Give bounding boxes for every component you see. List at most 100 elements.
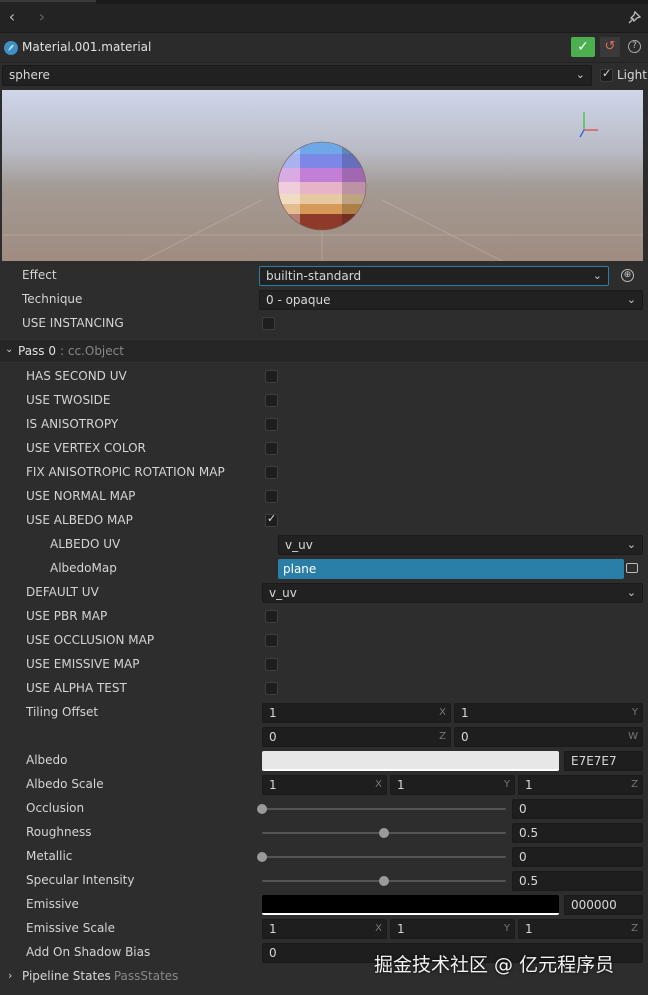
albedo-row: Albedo E7E7E7 xyxy=(0,749,648,773)
light-checkbox[interactable] xyxy=(600,67,613,82)
define2-2-row: USE EMISSIVE MAP xyxy=(0,653,648,677)
albedo-map-field[interactable]: plane xyxy=(278,559,624,579)
chevron-right-icon: › xyxy=(8,969,13,982)
technique-select[interactable]: 0 - opaque ⌄ xyxy=(259,290,643,310)
revert-icon: ↺ xyxy=(604,39,616,54)
tiling-offset-label: Tiling Offset xyxy=(26,705,99,719)
roughness-value-input[interactable]: 0.5 xyxy=(512,823,643,843)
emissive-scale-x-input[interactable]: 1X xyxy=(262,919,387,939)
technique-label: Technique xyxy=(22,292,83,306)
tiling-offset-row: Tiling Offset 1X 1Y 0Z 0W xyxy=(0,701,648,749)
define2-3-checkbox[interactable] xyxy=(265,682,278,695)
define-0-label: HAS SECOND UV xyxy=(26,369,127,383)
albedo-label: Albedo xyxy=(26,753,68,767)
default-uv-select[interactable]: v_uv ⌄ xyxy=(262,583,643,603)
occlusion-slider-track[interactable] xyxy=(262,808,506,810)
define-4-row: FIX ANISOTROPIC ROTATION MAP xyxy=(0,461,648,485)
albedo-uv-select[interactable]: v_uv ⌄ xyxy=(278,535,643,555)
metallic-value-input[interactable]: 0 xyxy=(512,847,643,867)
effect-select[interactable]: builtin-standard ⌄ xyxy=(259,266,609,286)
define-1-checkbox[interactable] xyxy=(265,394,278,407)
emissive-color-swatch[interactable] xyxy=(262,895,559,915)
roughness-row: Roughness 0.5 xyxy=(0,821,648,845)
specular-slider-handle[interactable] xyxy=(379,876,389,886)
emissive-scale-row: Emissive Scale 1X 1Y 1Z xyxy=(0,917,648,941)
define-5-label: USE NORMAL MAP xyxy=(26,489,136,503)
use-instancing-label: USE INSTANCING xyxy=(22,316,124,330)
tiling-x-input[interactable]: 1X xyxy=(262,703,451,723)
albedo-uv-value: v_uv xyxy=(285,538,313,552)
back-arrow-icon[interactable]: ‹ xyxy=(2,7,22,27)
occlusion-row: Occlusion 0 xyxy=(0,797,648,821)
define-6-label: USE ALBEDO MAP xyxy=(26,513,133,527)
emissive-hex-input[interactable]: 000000 xyxy=(564,895,643,915)
roughness-label: Roughness xyxy=(26,825,92,839)
emissive-scale-label: Emissive Scale xyxy=(26,921,116,935)
specular-value-input[interactable]: 0.5 xyxy=(512,871,643,891)
define-2-row: IS ANISOTROPY xyxy=(0,413,648,437)
chevron-down-icon: ⌄ xyxy=(575,68,585,81)
pass-section-header[interactable]: ⌄ Pass 0 : cc.Object xyxy=(0,339,648,363)
albedo-hex-input[interactable]: E7E7E7 xyxy=(564,751,643,771)
pipeline-type: : PassStates xyxy=(106,969,179,983)
metallic-slider-track[interactable] xyxy=(262,856,506,858)
asset-picker-icon[interactable] xyxy=(626,563,638,573)
light-label: Light xyxy=(617,68,647,82)
albedo-scale-z-input[interactable]: 1Z xyxy=(518,775,643,795)
use-instancing-checkbox[interactable] xyxy=(262,317,275,330)
define2-1-row: USE OCCLUSION MAP xyxy=(0,629,648,653)
define-4-checkbox[interactable] xyxy=(265,466,278,479)
define-3-checkbox[interactable] xyxy=(265,442,278,455)
define-0-checkbox[interactable] xyxy=(265,370,278,383)
material-preview[interactable] xyxy=(2,90,643,261)
albedo-color-swatch[interactable] xyxy=(262,751,559,771)
define-1-label: USE TWOSIDE xyxy=(26,393,111,407)
albedo-scale-y-input[interactable]: 1Y xyxy=(390,775,515,795)
albedo-map-value: plane xyxy=(283,562,317,576)
apply-button[interactable]: ✓ xyxy=(571,37,595,57)
define-2-checkbox[interactable] xyxy=(265,418,278,431)
define-3-row: USE VERTEX COLOR xyxy=(0,437,648,461)
define2-1-checkbox[interactable] xyxy=(265,634,278,647)
emissive-scale-z-input[interactable]: 1Z xyxy=(518,919,643,939)
occlusion-value-input[interactable]: 0 xyxy=(512,799,643,819)
top-bar: ‹ › xyxy=(0,0,648,33)
albedo-map-row: AlbedoMap plane xyxy=(0,557,648,581)
emissive-scale-y-input[interactable]: 1Y xyxy=(390,919,515,939)
albedo-uv-label: ALBEDO UV xyxy=(50,537,121,551)
define-1-row: USE TWOSIDE xyxy=(0,389,648,413)
pipeline-title: Pipeline States xyxy=(22,969,111,983)
offset-z-input[interactable]: 0Z xyxy=(262,727,451,747)
preview-model-select[interactable]: sphere ⌄ xyxy=(2,65,592,86)
chevron-down-icon: ⌄ xyxy=(626,538,636,551)
occlusion-slider-handle[interactable] xyxy=(257,804,267,814)
define-3-label: USE VERTEX COLOR xyxy=(26,441,146,455)
offset-w-input[interactable]: 0W xyxy=(454,727,643,747)
forward-arrow-icon[interactable]: › xyxy=(32,7,52,27)
define2-0-checkbox[interactable] xyxy=(265,610,278,623)
revert-button[interactable]: ↺ xyxy=(600,37,620,57)
albedo-scale-x-input[interactable]: 1X xyxy=(262,775,387,795)
help-icon[interactable]: ? xyxy=(628,40,641,53)
preview-model-value: sphere xyxy=(9,68,50,82)
albedo-scale-label: Albedo Scale xyxy=(26,777,104,791)
use-instancing-row: USE INSTANCING xyxy=(0,312,648,336)
shadow-bias-label: Add On Shadow Bias xyxy=(26,945,151,959)
define2-3-row: USE ALPHA TEST xyxy=(0,677,648,701)
roughness-slider-handle[interactable] xyxy=(379,828,389,838)
define2-1-label: USE OCCLUSION MAP xyxy=(26,633,155,647)
define-5-checkbox[interactable] xyxy=(265,490,278,503)
define-6-checkbox[interactable] xyxy=(265,512,278,527)
metallic-row: Metallic 0 xyxy=(0,845,648,869)
tiling-y-input[interactable]: 1Y xyxy=(454,703,643,723)
pass-type: : cc.Object xyxy=(60,344,124,358)
chevron-down-icon: ⌄ xyxy=(626,293,636,306)
metallic-slider-handle[interactable] xyxy=(257,852,267,862)
define2-2-checkbox[interactable] xyxy=(265,658,278,671)
locate-icon[interactable]: ⊕ xyxy=(621,269,634,282)
asset-header: Material.001.material ✓ ↺ ? xyxy=(0,33,648,63)
asset-title: Material.001.material xyxy=(22,40,152,54)
pin-icon[interactable] xyxy=(626,10,642,26)
effect-label: Effect xyxy=(22,268,57,282)
chevron-down-icon: ⌄ xyxy=(5,344,14,355)
